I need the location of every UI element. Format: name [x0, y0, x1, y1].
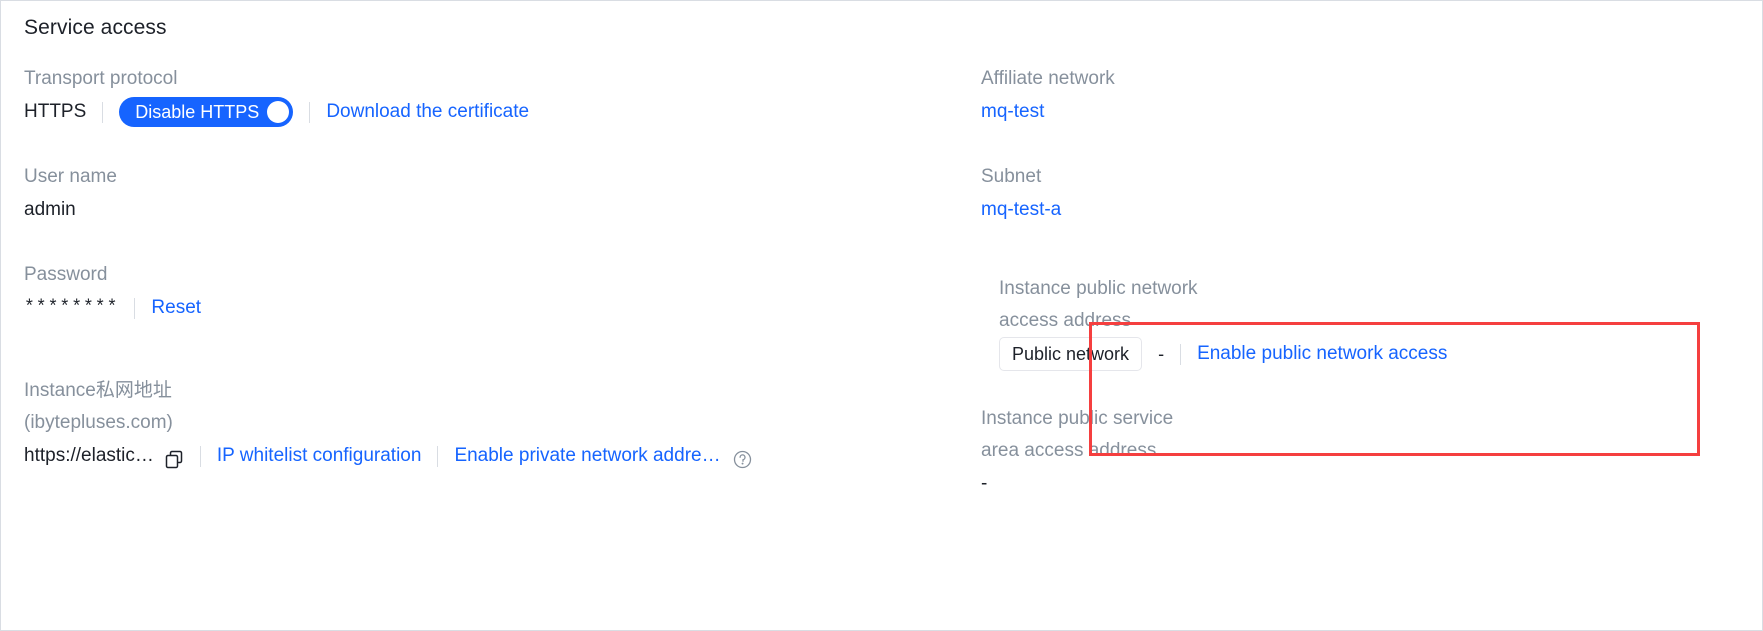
- disable-https-toggle-label: Disable HTTPS: [135, 102, 260, 122]
- enable-private-network-address-link[interactable]: Enable private network addre…: [454, 439, 720, 473]
- divider: [309, 101, 311, 123]
- transport-protocol-value: HTTPS: [24, 101, 87, 122]
- public-network-tag: Public network: [999, 337, 1143, 371]
- password-value-row: ******** Reset: [24, 291, 954, 325]
- field-user-name: User name admin: [24, 161, 954, 227]
- ip-whitelist-configuration-link[interactable]: IP whitelist configuration: [217, 439, 422, 473]
- public-service-area-value: -: [981, 473, 988, 494]
- public-network-access-value: -: [1158, 344, 1165, 364]
- public-service-area-label-line1: Instance public service: [981, 408, 1174, 429]
- field-transport-protocol: Transport protocol HTTPS Disable HTTPS D…: [24, 63, 954, 129]
- public-network-access-label-line2: access address: [999, 310, 1132, 331]
- affiliate-network-label: Affiliate network: [981, 68, 1115, 89]
- right-column: Affiliate network mq-test Subnet mq-test…: [981, 63, 1741, 511]
- private-address-value: https://elastic…: [24, 445, 154, 466]
- question-circle-icon[interactable]: [733, 447, 752, 468]
- public-network-access-value-row: Public network - Enable public network a…: [999, 337, 1741, 371]
- disable-https-toggle[interactable]: Disable HTTPS: [119, 97, 294, 127]
- subnet-value-link[interactable]: mq-test-a: [981, 193, 1061, 227]
- transport-protocol-label: Transport protocol: [24, 68, 178, 89]
- private-address-label-line2: (ibytepluses.com): [24, 412, 173, 433]
- copy-icon[interactable]: [165, 447, 184, 468]
- private-address-label-line1: Instance私网地址: [24, 380, 172, 401]
- divider: [1180, 343, 1182, 365]
- divider: [199, 445, 201, 467]
- public-service-area-value-row: -: [981, 467, 1741, 501]
- divider: [134, 297, 136, 319]
- page-title: Service access: [24, 16, 167, 39]
- download-certificate-link[interactable]: Download the certificate: [326, 95, 529, 129]
- field-private-network-address: Instance私网地址 (ibytepluses.com) https://e…: [24, 375, 954, 473]
- public-network-access-label-line1: Instance public network: [999, 278, 1198, 299]
- password-masked-value: ********: [24, 298, 119, 318]
- user-name-label: User name: [24, 166, 117, 187]
- left-column: Transport protocol HTTPS Disable HTTPS D…: [24, 63, 954, 483]
- field-affiliate-network: Affiliate network mq-test: [981, 63, 1741, 129]
- transport-protocol-value-row: HTTPS Disable HTTPS Download the certifi…: [24, 95, 954, 129]
- service-access-panel: Service access Transport protocol HTTPS …: [0, 0, 1763, 631]
- toggle-knob: [267, 101, 290, 123]
- field-password: Password ******** Reset: [24, 259, 954, 325]
- enable-public-network-access-link[interactable]: Enable public network access: [1197, 337, 1447, 371]
- reset-password-link[interactable]: Reset: [151, 291, 201, 325]
- password-label: Password: [24, 264, 108, 285]
- subnet-label: Subnet: [981, 166, 1042, 187]
- subnet-value-row: mq-test-a: [981, 193, 1741, 227]
- field-public-service-area-address: Instance public service area access addr…: [981, 403, 1741, 501]
- divider: [102, 101, 104, 123]
- private-address-value-row: https://elastic… IP whitelist configurat…: [24, 439, 954, 473]
- user-name-value-row: admin: [24, 193, 954, 227]
- user-name-value: admin: [24, 199, 76, 220]
- field-subnet: Subnet mq-test-a: [981, 161, 1741, 227]
- field-public-network-access-address: Instance public network access address P…: [981, 259, 1741, 371]
- public-service-area-label-line2: area access address: [981, 440, 1157, 461]
- affiliate-network-value-link[interactable]: mq-test: [981, 95, 1044, 129]
- affiliate-network-value-row: mq-test: [981, 95, 1741, 129]
- divider: [437, 445, 439, 467]
